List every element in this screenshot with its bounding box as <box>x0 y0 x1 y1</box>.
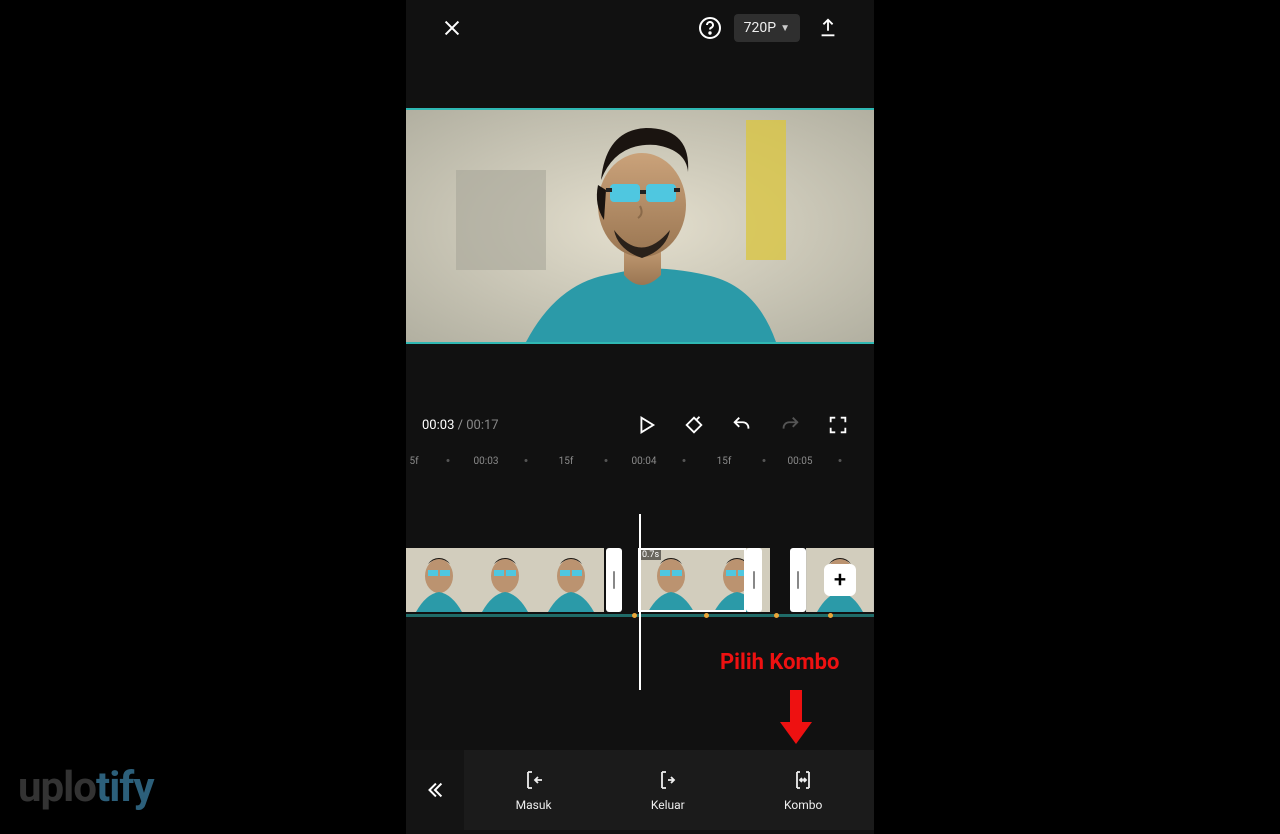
play-button[interactable] <box>626 405 666 445</box>
ruler-dot <box>683 459 686 462</box>
action-label: Keluar <box>651 798 685 812</box>
clip-handle-left[interactable] <box>606 548 622 612</box>
resolution-label: 720P <box>744 20 776 36</box>
top-bar: 720P ▼ <box>406 6 874 50</box>
enter-icon <box>522 768 546 792</box>
keyframe-button[interactable] <box>674 405 714 445</box>
time-separator: / <box>454 418 466 433</box>
ruler-dot <box>525 459 528 462</box>
ruler-dot <box>763 459 766 462</box>
redo-button[interactable] <box>770 405 810 445</box>
action-label: Kombo <box>784 798 822 812</box>
total-time: 00:17 <box>466 418 498 433</box>
ruler-mark: 00:05 <box>788 456 813 467</box>
video-preview[interactable] <box>406 108 874 344</box>
action-masuk[interactable]: Masuk <box>516 768 552 812</box>
action-keluar[interactable]: Keluar <box>651 768 685 812</box>
playhead[interactable] <box>639 514 641 690</box>
action-label: Masuk <box>516 798 552 812</box>
clip-duration-badge: 0.7s <box>640 550 661 560</box>
exit-icon <box>656 768 680 792</box>
ruler-dot <box>447 459 450 462</box>
add-clip-button[interactable]: + <box>824 564 856 596</box>
ruler-mark: 5f <box>409 456 418 467</box>
chevron-down-icon: ▼ <box>780 23 790 34</box>
combo-icon <box>791 768 815 792</box>
annotation-arrow-icon <box>776 688 816 746</box>
timecode: 00:03 / 00:17 <box>422 418 499 433</box>
clip-handle[interactable] <box>790 548 806 612</box>
undo-button[interactable] <box>722 405 762 445</box>
ruler-dot <box>605 459 608 462</box>
ruler-dot <box>839 459 842 462</box>
watermark-part2: tify <box>96 763 154 812</box>
action-kombo[interactable]: Kombo <box>784 768 822 812</box>
close-button[interactable] <box>434 10 470 46</box>
ruler-mark: 15f <box>559 456 574 467</box>
bottom-toolbar: Masuk Keluar Kombo <box>406 750 874 830</box>
current-time: 00:03 <box>422 418 454 433</box>
back-button[interactable] <box>406 750 464 830</box>
watermark: uplotify <box>18 763 154 812</box>
export-button[interactable] <box>810 10 846 46</box>
ruler-mark: 15f <box>717 456 732 467</box>
help-button[interactable] <box>692 10 728 46</box>
fullscreen-button[interactable] <box>818 405 858 445</box>
timeline-ruler[interactable]: 5f 00:03 15f 00:04 15f 00:05 <box>406 452 874 470</box>
clip-handle-right[interactable] <box>746 548 762 612</box>
transport-bar: 00:03 / 00:17 <box>406 400 874 450</box>
ruler-mark: 00:04 <box>632 456 657 467</box>
ruler-mark: 00:03 <box>474 456 499 467</box>
watermark-part1: uplo <box>18 763 96 812</box>
resolution-selector[interactable]: 720P ▼ <box>734 14 800 42</box>
annotation-text: Pilih Kombo <box>720 650 839 675</box>
